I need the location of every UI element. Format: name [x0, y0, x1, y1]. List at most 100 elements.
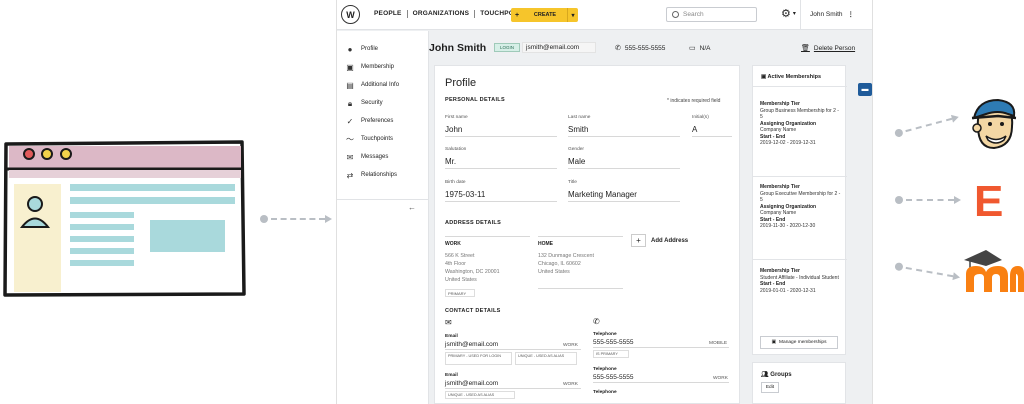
telephone-label: Telephone — [593, 390, 617, 395]
person-icon: ● — [347, 44, 353, 54]
nav-people[interactable]: PEOPLE — [369, 10, 408, 18]
divider — [753, 86, 847, 87]
divider — [753, 176, 847, 177]
sidebar-item-additional-info[interactable]: ▤ Additional Info — [337, 78, 429, 92]
groups-card: 👥︎ Groups Edit — [752, 362, 846, 404]
envelope-icon: ✉ — [445, 318, 452, 327]
search-input[interactable]: Search — [666, 7, 757, 22]
last-name-field[interactable]: Last name Smith — [568, 115, 680, 137]
membership-card-icon: ▣ — [346, 62, 354, 72]
profile-card: Profile PERSONAL DETAILS * indicates req… — [434, 65, 740, 404]
settings-menu[interactable]: ⚙ ▾ — [781, 8, 796, 20]
sidebar-item-messages[interactable]: ✉ Messages — [337, 150, 429, 164]
active-memberships-heading: ▣ Active Memberships — [761, 74, 822, 80]
browser-window-illustration — [2, 138, 246, 298]
app-logo[interactable]: W — [341, 5, 360, 24]
primary-tag: PRIMARY — [445, 289, 475, 297]
contact-details-heading: CONTACT DETAILS — [445, 308, 501, 314]
add-address-button[interactable]: + Add Address — [631, 234, 688, 247]
kebab-menu-icon[interactable]: ⋮ — [848, 11, 855, 18]
moodle-icon — [962, 248, 1024, 294]
sidebar-item-touchpoints[interactable]: 〜 Touchpoints — [337, 132, 429, 146]
salutation-field[interactable]: Salutation Mr. — [445, 147, 557, 169]
divider — [445, 236, 530, 237]
app-screenshot: W PEOPLE ORGANIZATIONS TOUCHPOINTS + CRE… — [336, 0, 873, 404]
required-note: * indicates required field — [667, 98, 721, 104]
membership-card-icon: ▣ — [761, 74, 767, 80]
membership-item: Membership Tier Group Business Membershi… — [760, 101, 839, 146]
first-name-field[interactable]: First name John — [445, 115, 557, 137]
search-icon — [672, 11, 679, 18]
personal-details-heading: PERSONAL DETAILS — [445, 97, 505, 103]
birth-date-field[interactable]: Birth date 1975-03-11 — [445, 180, 557, 202]
plus-icon: + — [514, 11, 520, 19]
divider — [538, 288, 623, 289]
eventbrite-icon: E — [974, 177, 1004, 226]
sidebar: ● Profile ▣ Membership ▤ Additional Info 🔒︎… — [337, 31, 429, 404]
arrow-left-icon[interactable]: ← — [408, 203, 416, 212]
divider — [753, 259, 847, 260]
email-label: Email — [445, 334, 458, 339]
email-tag: UNIQUE - USED AS ALIAS — [515, 352, 577, 365]
header-email[interactable]: jsmith@email.com — [522, 42, 596, 53]
nav-organizations[interactable]: ORGANIZATIONS — [408, 10, 476, 18]
sidebar-item-security[interactable]: 🔒︎ Security — [337, 96, 429, 110]
user-menu[interactable]: John Smith ⋮ — [810, 10, 854, 18]
home-address[interactable]: 132 Dunmage Crescent Chicago, IL 60602 U… — [538, 252, 594, 276]
telephone-type: WORK — [713, 376, 728, 381]
person-name: John Smith — [429, 42, 487, 54]
telephone-tag: IS PRIMARY — [593, 350, 629, 358]
email-value[interactable]: jsmith@email.com — [445, 380, 581, 389]
email-type: WORK — [563, 382, 578, 387]
login-badge: LOGIN — [494, 43, 520, 52]
sidebar-item-profile[interactable]: ● Profile — [337, 42, 429, 56]
phone-icon: ✆ — [593, 317, 600, 326]
divider — [538, 236, 623, 237]
manage-memberships-button[interactable]: ▣ Manage memberships — [760, 336, 838, 349]
gear-icon: ⚙ — [781, 8, 791, 20]
email-tag: UNIQUE - USED AS ALIAS — [445, 391, 515, 399]
email-tag: PRIMARY - USED FOR LOGIN — [445, 352, 512, 365]
people-icon: 👥︎ — [761, 372, 769, 378]
arrow-to-app — [260, 215, 332, 223]
title-field[interactable]: Title Marketing Manager — [568, 180, 680, 202]
mailchimp-icon — [968, 96, 1018, 152]
relationships-icon: ⇄ — [346, 170, 354, 180]
arrow-to-mailchimp — [893, 113, 960, 138]
header-phone: ✆ 555-555-5555 — [615, 45, 666, 52]
membership-item: Membership Tier Student Affiliate - Indi… — [760, 268, 839, 294]
arrow-to-moodle — [894, 262, 961, 282]
initials-field[interactable]: Initial(s) A — [692, 115, 732, 137]
work-address-label: WORK — [445, 241, 461, 247]
plus-icon: + — [631, 234, 646, 247]
delete-person-link[interactable]: 🗑︎ Delete Person — [801, 44, 855, 52]
chevron-down-icon: ▾ — [792, 11, 796, 18]
email-label: Email — [445, 373, 458, 378]
telephone-value[interactable]: 555-555-5555 — [593, 374, 729, 383]
membership-item: Membership Tier Group Executive Membersh… — [760, 184, 841, 229]
work-address[interactable]: 566 K Street 4th Floor Washington, DC 20… — [445, 252, 500, 284]
activity-icon: 〜 — [346, 134, 354, 144]
main-nav: PEOPLE ORGANIZATIONS TOUCHPOINTS — [369, 10, 535, 18]
telephone-label: Telephone — [593, 332, 617, 337]
chat-icon[interactable]: ▬ — [858, 83, 872, 96]
person-header: John Smith LOGIN jsmith@email.com ✆ 555-5… — [429, 31, 872, 63]
fax-icon: ▭ — [689, 45, 696, 52]
sidebar-item-preferences[interactable]: ✓ Preferences — [337, 114, 429, 128]
edit-groups-button[interactable]: Edit — [761, 382, 779, 393]
chevron-down-icon[interactable]: ▾ — [567, 8, 578, 22]
create-button[interactable]: + CREATE ▾ — [511, 8, 578, 22]
lock-icon: 🔒︎ — [347, 98, 353, 108]
gender-field[interactable]: Gender Male — [568, 147, 680, 169]
sidebar-item-relationships[interactable]: ⇄ Relationships — [337, 168, 429, 182]
envelope-icon: ✉ — [346, 152, 354, 162]
info-icon: ▤ — [346, 80, 354, 90]
active-memberships-card: ▣ Active Memberships Membership Tier Gro… — [752, 65, 847, 355]
sidebar-item-membership[interactable]: ▣ Membership — [337, 60, 429, 74]
address-details-heading: ADDRESS DETAILS — [445, 220, 502, 226]
sidebar-collapse: ← — [337, 199, 429, 212]
telephone-label: Telephone — [593, 367, 617, 372]
header-fax: ▭ N/A — [689, 45, 711, 52]
home-address-label: HOME — [538, 241, 553, 247]
email-value[interactable]: jsmith@email.com — [445, 341, 581, 350]
